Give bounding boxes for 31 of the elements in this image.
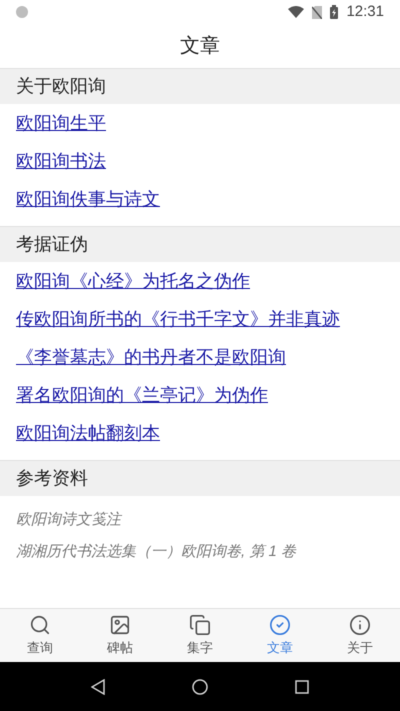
article-link[interactable]: 欧阳询《心经》为托名之伪作 (16, 268, 250, 294)
search-icon (29, 614, 51, 636)
status-time: 12:31 (346, 2, 384, 22)
reference-text: 湖湘历代书法选集（一）欧阳询卷, 第 1 卷 (16, 542, 296, 562)
article-link[interactable]: 欧阳询法帖翻刻本 (16, 420, 160, 446)
image-icon (109, 614, 131, 636)
check-circle-icon (269, 614, 291, 636)
article-link[interactable]: 欧阳询生平 (16, 110, 106, 136)
battery-charging-icon (330, 5, 338, 19)
wifi-off-icon (288, 6, 304, 18)
nav-tab[interactable]: 碑帖 (80, 609, 160, 662)
reference-text: 欧阳询诗文笺注 (16, 510, 121, 530)
nav-tab[interactable]: 查询 (0, 609, 80, 662)
article-link[interactable]: 传欧阳询所书的《行书千字文》并非真迹 (16, 306, 340, 332)
section-header: 考据证伪 (0, 226, 400, 262)
page-title: 文章 (180, 34, 220, 59)
copy-icon (189, 614, 211, 636)
nav-tab[interactable]: 关于 (320, 609, 400, 662)
nav-tab[interactable]: 文章 (240, 609, 320, 662)
article-link[interactable]: 《李誉墓志》的书丹者不是欧阳询 (16, 344, 286, 370)
back-icon (91, 678, 106, 694)
article-link[interactable]: 欧阳询佚事与诗文 (16, 186, 160, 212)
article-link[interactable]: 欧阳询书法 (16, 148, 106, 174)
info-icon (349, 614, 371, 636)
no-sim-icon (312, 6, 322, 18)
recents-icon (294, 680, 309, 694)
section-header: 关于欧阳询 (0, 68, 400, 104)
nav-tab[interactable]: 集字 (160, 609, 240, 662)
article-link[interactable]: 署名欧阳询的《兰亭记》为伪作 (16, 382, 268, 408)
home-icon (192, 678, 208, 694)
section-header: 参考资料 (0, 460, 400, 496)
